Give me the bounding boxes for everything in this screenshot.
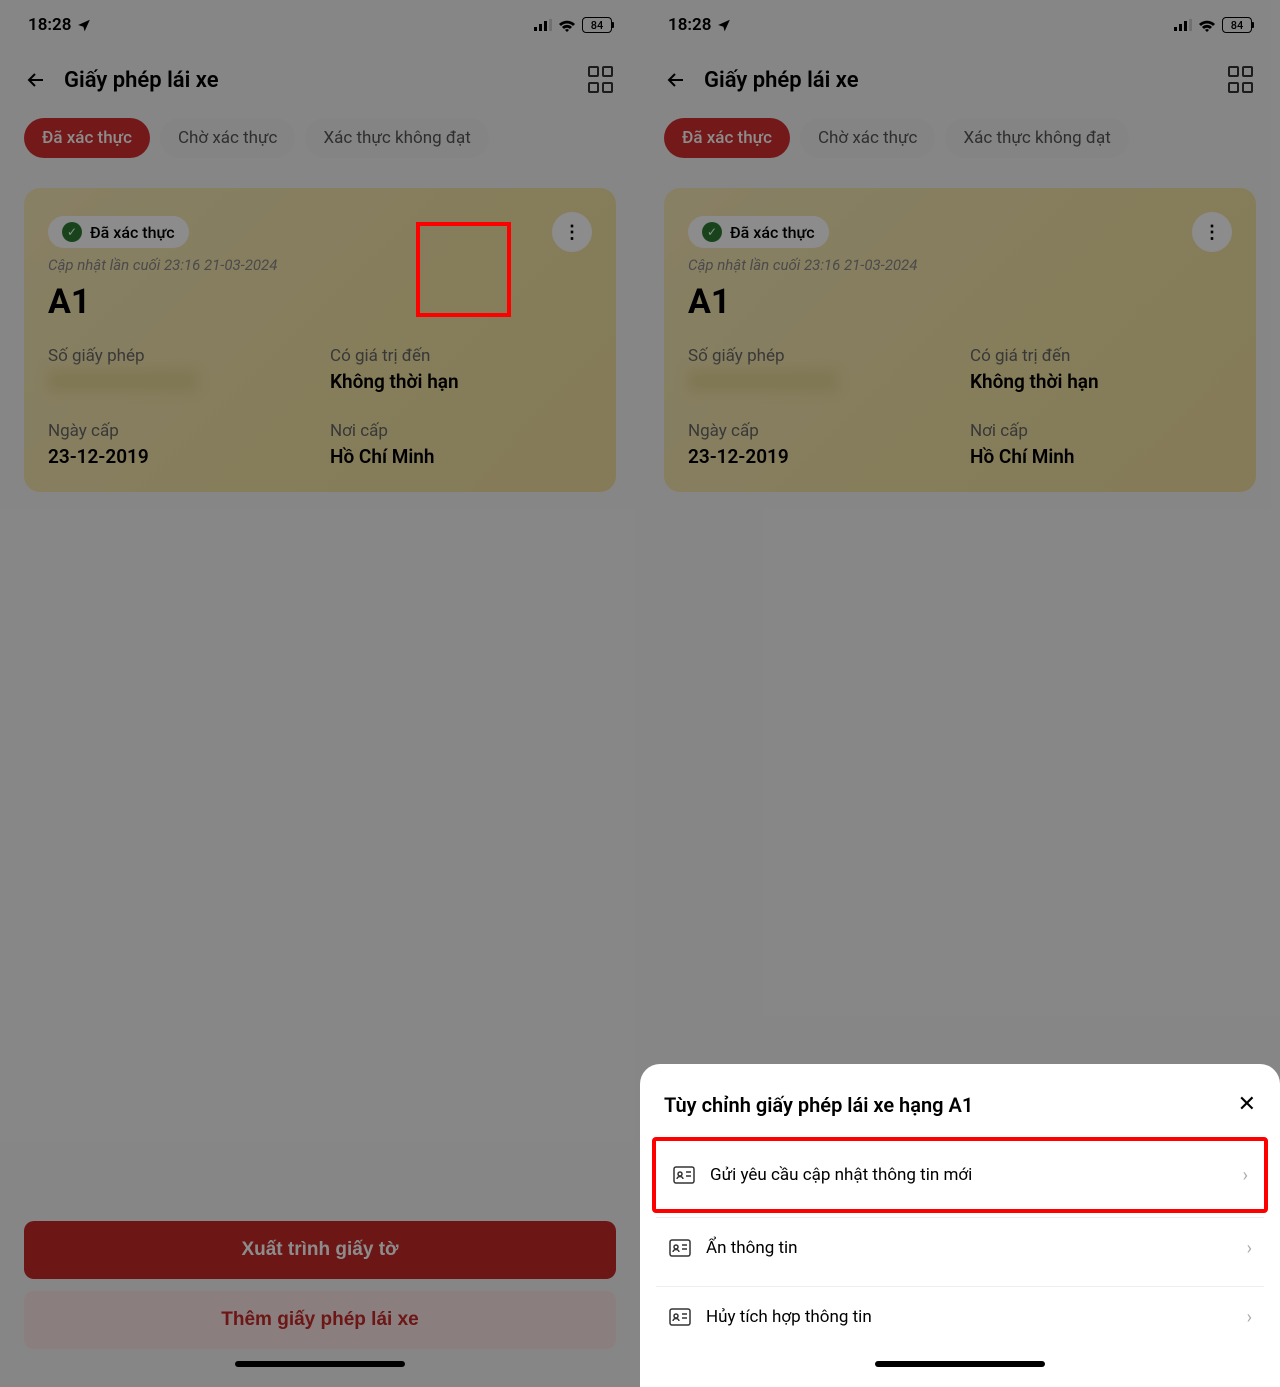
more-button[interactable]: ⋮ xyxy=(1192,212,1232,252)
close-icon[interactable]: ✕ xyxy=(1238,1092,1256,1117)
verified-badge: ✓ Đã xác thực xyxy=(688,216,829,248)
valid-until-label: Có giá trị đến xyxy=(970,346,1232,366)
wifi-icon xyxy=(1198,19,1216,32)
tab-failed[interactable]: Xác thực không đạt xyxy=(305,118,488,158)
sheet-item-wrap: Ẩn thông tin › xyxy=(652,1213,1268,1282)
issue-place-label: Nơi cấp xyxy=(330,421,592,441)
sheet-item-label: Hủy tích hợp thông tin xyxy=(706,1307,1233,1327)
check-icon: ✓ xyxy=(62,222,82,242)
issue-date-label: Ngày cấp xyxy=(48,421,310,441)
valid-until-value: Không thời hạn xyxy=(330,370,592,393)
issue-date-value: 23-12-2019 xyxy=(688,445,950,468)
last-updated: Cập nhật lần cuối 23:16 21-03-2024 xyxy=(48,256,592,274)
last-updated: Cập nhật lần cuối 23:16 21-03-2024 xyxy=(688,256,1232,274)
add-license-button[interactable]: Thêm giấy phép lái xe xyxy=(24,1291,616,1349)
valid-until-label: Có giá trị đến xyxy=(330,346,592,366)
sheet-item-label: Ẩn thông tin xyxy=(706,1238,1233,1258)
back-arrow-icon[interactable] xyxy=(664,68,688,92)
page-title: Giấy phép lái xe xyxy=(64,68,572,93)
action-sheet: Tùy chỉnh giấy phép lái xe hạng A1 ✕ Gửi… xyxy=(640,1064,1280,1387)
tab-verified[interactable]: Đã xác thực xyxy=(24,118,150,158)
chevron-right-icon: › xyxy=(1247,1238,1252,1259)
license-card: ✓ Đã xác thực ⋮ Cập nhật lần cuối 23:16 … xyxy=(24,188,616,492)
chevron-right-icon: › xyxy=(1247,1307,1252,1328)
phone-left: 18:28 84 Giấy phép lái xe Đã xác thực Ch… xyxy=(0,0,640,1387)
sheet-item-hide-info[interactable]: Ẩn thông tin › xyxy=(656,1217,1264,1278)
license-number-label: Số giấy phép xyxy=(48,346,310,366)
qr-code-icon[interactable] xyxy=(1228,66,1256,94)
check-icon: ✓ xyxy=(702,222,722,242)
signal-icon xyxy=(534,19,552,31)
sheet-item-label: Gửi yêu cầu cập nhật thông tin mới xyxy=(710,1165,1229,1185)
issue-place-value: Hồ Chí Minh xyxy=(970,445,1232,468)
status-bar: 18:28 84 xyxy=(0,0,640,50)
signal-icon xyxy=(1174,19,1192,31)
phone-right: 18:28 84 Giấy phép lái xe Đã xác thực Ch… xyxy=(640,0,1280,1387)
id-card-icon xyxy=(668,1305,692,1329)
page-title: Giấy phép lái xe xyxy=(704,68,1212,93)
tabs-row: Đã xác thực Chờ xác thực Xác thực không … xyxy=(640,110,1280,178)
home-indicator xyxy=(235,1361,405,1367)
license-class: A1 xyxy=(48,282,592,322)
id-card-icon xyxy=(672,1163,696,1187)
license-class: A1 xyxy=(688,282,1232,322)
verified-badge: ✓ Đã xác thực xyxy=(48,216,189,248)
license-number-value xyxy=(48,370,198,392)
tab-verified[interactable]: Đã xác thực xyxy=(664,118,790,158)
highlight-update-request: Gửi yêu cầu cập nhật thông tin mới › xyxy=(652,1137,1268,1213)
valid-until-value: Không thời hạn xyxy=(970,370,1232,393)
qr-code-icon[interactable] xyxy=(588,66,616,94)
issue-date-label: Ngày cấp xyxy=(688,421,950,441)
license-number-value xyxy=(688,370,838,392)
status-time: 18:28 xyxy=(668,15,711,35)
bottom-actions: Xuất trình giấy tờ Thêm giấy phép lái xe xyxy=(0,1221,640,1387)
id-card-icon xyxy=(668,1236,692,1260)
issue-place-label: Nơi cấp xyxy=(970,421,1232,441)
home-indicator xyxy=(875,1361,1045,1367)
sheet-item-update-request[interactable]: Gửi yêu cầu cập nhật thông tin mới › xyxy=(660,1145,1260,1205)
wifi-icon xyxy=(558,19,576,32)
page-header: Giấy phép lái xe xyxy=(640,50,1280,110)
issue-place-value: Hồ Chí Minh xyxy=(330,445,592,468)
sheet-item-wrap: Hủy tích hợp thông tin › xyxy=(652,1282,1268,1351)
tab-pending[interactable]: Chờ xác thực xyxy=(800,118,936,158)
back-arrow-icon[interactable] xyxy=(24,68,48,92)
status-bar: 18:28 84 xyxy=(640,0,1280,50)
sheet-title: Tùy chỉnh giấy phép lái xe hạng A1 xyxy=(664,1093,973,1117)
more-button[interactable]: ⋮ xyxy=(552,212,592,252)
present-document-button[interactable]: Xuất trình giấy tờ xyxy=(24,1221,616,1279)
page-header: Giấy phép lái xe xyxy=(0,50,640,110)
sheet-item-remove-integration[interactable]: Hủy tích hợp thông tin › xyxy=(656,1286,1264,1347)
license-card: ✓ Đã xác thực ⋮ Cập nhật lần cuối 23:16 … xyxy=(664,188,1256,492)
issue-date-value: 23-12-2019 xyxy=(48,445,310,468)
location-arrow-icon xyxy=(77,18,91,32)
chevron-right-icon: › xyxy=(1243,1165,1248,1186)
battery-icon: 84 xyxy=(1222,17,1252,33)
tab-pending[interactable]: Chờ xác thực xyxy=(160,118,296,158)
status-time: 18:28 xyxy=(28,15,71,35)
license-number-label: Số giấy phép xyxy=(688,346,950,366)
badge-label: Đã xác thực xyxy=(90,223,175,242)
tabs-row: Đã xác thực Chờ xác thực Xác thực không … xyxy=(0,110,640,178)
location-arrow-icon xyxy=(717,18,731,32)
badge-label: Đã xác thực xyxy=(730,223,815,242)
battery-icon: 84 xyxy=(582,17,612,33)
tab-failed[interactable]: Xác thực không đạt xyxy=(945,118,1128,158)
